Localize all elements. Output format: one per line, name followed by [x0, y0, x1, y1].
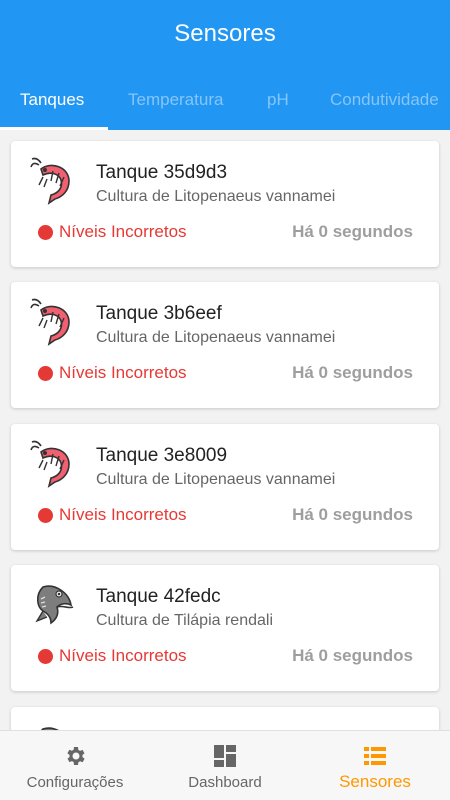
tank-last-update: Há 0 segundos	[292, 363, 413, 382]
tank-status: Níveis Incorretos	[59, 222, 187, 241]
tank-card[interactable]	[11, 707, 439, 730]
shrimp-icon	[30, 157, 70, 205]
tank-last-update: Há 0 segundos	[292, 646, 413, 665]
status-dot-icon	[38, 225, 53, 240]
tank-card[interactable]: Tanque 35d9d3 Cultura de Litopenaeus van…	[11, 141, 439, 267]
nav-label: Configurações	[26, 774, 124, 791]
tank-status: Níveis Incorretos	[59, 505, 187, 524]
shrimp-icon	[30, 298, 70, 346]
tank-card[interactable]: Tanque 42fedc Cultura de Tilápia rendali…	[11, 565, 439, 691]
bottom-navigation: Configurações Dashboard Sensores	[0, 730, 450, 800]
tank-culture: Cultura de Litopenaeus vannamei	[96, 471, 336, 488]
tank-name: Tanque 3b6eef	[96, 303, 222, 324]
tab-temperatura[interactable]: Temperatura	[128, 85, 223, 130]
tank-name: Tanque 35d9d3	[96, 162, 228, 183]
tank-card[interactable]: Tanque 3e8009 Cultura de Litopenaeus van…	[11, 424, 439, 550]
tab-ph[interactable]: pH	[267, 85, 289, 130]
tab-bar: Tanques Temperatura pH Condutividade	[0, 85, 450, 130]
nav-dashboard[interactable]: Dashboard	[150, 731, 300, 800]
status-dot-icon	[38, 366, 53, 381]
dashboard-icon	[214, 745, 236, 767]
app-bar: Sensores Tanques Temperatura pH Condutiv…	[0, 0, 450, 130]
status-dot-icon	[38, 508, 53, 523]
list-icon	[364, 747, 386, 765]
tank-status: Níveis Incorretos	[59, 646, 187, 665]
tank-culture: Cultura de Litopenaeus vannamei	[96, 329, 336, 346]
tank-culture: Cultura de Tilápia rendali	[96, 612, 273, 629]
nav-label: Dashboard	[188, 774, 262, 791]
tank-list[interactable]: Tanque 35d9d3 Cultura de Litopenaeus van…	[0, 130, 450, 730]
tank-name: Tanque 42fedc	[96, 586, 221, 607]
tank-name: Tanque 3e8009	[96, 445, 228, 466]
tank-culture: Cultura de Litopenaeus vannamei	[96, 188, 336, 205]
gear-icon	[67, 747, 85, 765]
status-dot-icon	[38, 649, 53, 664]
tank-last-update: Há 0 segundos	[292, 222, 413, 241]
tank-status: Níveis Incorretos	[59, 363, 187, 382]
nav-sensores[interactable]: Sensores	[300, 731, 450, 800]
tank-card[interactable]: Tanque 3b6eef Cultura de Litopenaeus van…	[11, 282, 439, 408]
page-title: Sensores	[174, 20, 276, 47]
tab-condutividade[interactable]: Condutividade	[330, 85, 439, 130]
shrimp-icon	[30, 440, 70, 488]
nav-label: Sensores	[339, 772, 411, 791]
tank-last-update: Há 0 segundos	[292, 505, 413, 524]
nav-configuracoes[interactable]: Configurações	[0, 731, 150, 800]
fish-icon	[41, 727, 59, 730]
tab-tanques[interactable]: Tanques	[20, 85, 84, 130]
fish-icon	[35, 585, 74, 625]
